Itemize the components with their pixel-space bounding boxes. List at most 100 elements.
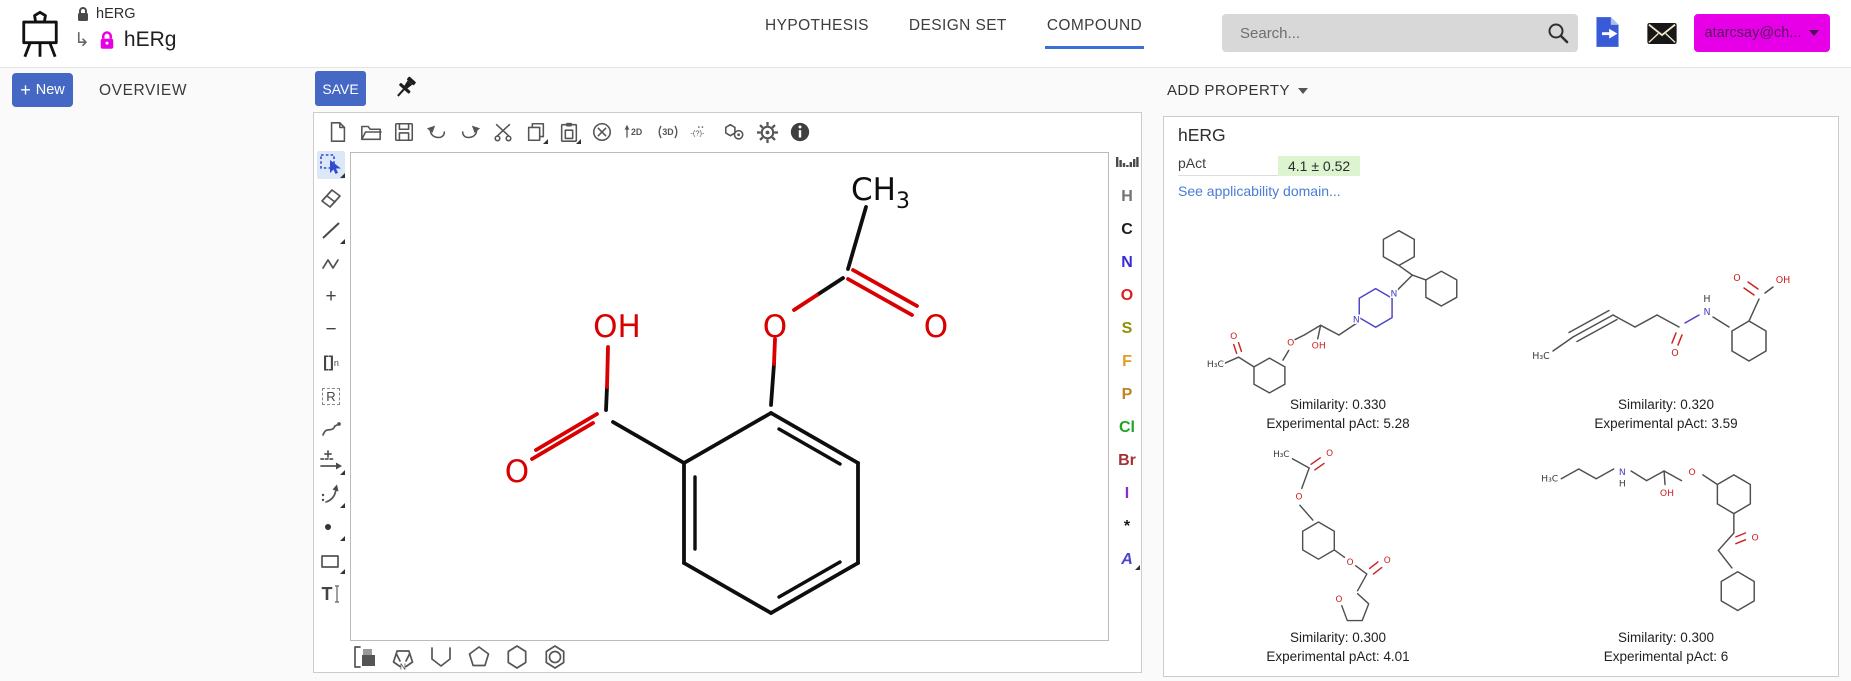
template-pyrrole[interactable]: N — [388, 644, 418, 670]
template-cyclopentadiene[interactable] — [426, 644, 456, 670]
view-3d-icon[interactable]: 3D — [656, 119, 680, 145]
element-I[interactable]: I — [1114, 483, 1140, 505]
svg-text:N: N — [1619, 467, 1626, 478]
graphics-rectangle-tool[interactable] — [317, 547, 345, 575]
svg-text:O: O — [1230, 331, 1237, 342]
save-structure-icon[interactable] — [392, 119, 416, 145]
open-structure-icon[interactable] — [359, 119, 383, 145]
svg-text:O: O — [1384, 556, 1391, 566]
new-button[interactable]: + New — [12, 73, 73, 107]
eraser-tool[interactable] — [317, 184, 345, 212]
element-Br[interactable]: Br — [1114, 450, 1140, 472]
similar-structure-thumbnail[interactable]: H₃C O O O O O — [1253, 442, 1423, 628]
about-info-icon[interactable] — [788, 119, 812, 145]
similar-structure-thumbnail[interactable]: H₃C N H OH O O — [1526, 438, 1806, 628]
display-settings-icon[interactable] — [722, 119, 746, 145]
abbreviated-groups-icon[interactable]: -(?)- — [689, 119, 713, 145]
similar-compound-cell: H₃C O O OH N N Similarity: 0.330 Experim… — [1174, 205, 1502, 438]
structure-canvas[interactable]: CH3 O O OH O — [350, 152, 1109, 641]
app-root: hERG ↳ hERg HYPOTHESIS DESIGN SET COMPOU… — [0, 0, 1851, 681]
template-library-icon[interactable] — [350, 644, 380, 670]
similar-compounds-grid: H₃C O O OH N N Similarity: 0.330 Experim… — [1174, 205, 1830, 671]
breadcrumb: hERG — [76, 6, 136, 22]
atom-label-hydroxyl: OH — [593, 309, 641, 345]
new-button-label: New — [36, 82, 65, 98]
text-tool[interactable]: T — [317, 580, 345, 608]
chain-tool[interactable] — [317, 250, 345, 278]
undo-icon[interactable] — [425, 119, 449, 145]
svg-text:O: O — [1335, 595, 1342, 605]
tab-hypothesis[interactable]: HYPOTHESIS — [763, 5, 871, 49]
save-button[interactable]: SAVE — [315, 71, 366, 106]
svg-text:3D: 3D — [662, 127, 673, 137]
add-property-button[interactable]: ADD PROPERTY — [1167, 82, 1308, 99]
svg-text:OH: OH — [1776, 275, 1791, 286]
single-bond-tool[interactable] — [317, 217, 345, 245]
element-O[interactable]: O — [1114, 285, 1140, 307]
experimental-pact-text: Experimental pAct: 4.01 — [1266, 647, 1409, 667]
element-P[interactable]: P — [1114, 384, 1140, 406]
reaction-arrow-tool[interactable] — [317, 448, 345, 476]
rectangle-selection-tool[interactable] — [317, 151, 345, 179]
template-cyclohexane[interactable] — [502, 644, 532, 670]
similar-compound-cell: H₃C O N H O OH Similarity: 0.320 Experim… — [1502, 205, 1830, 438]
repeating-group-tool[interactable]: []n — [317, 349, 345, 377]
tab-compound[interactable]: COMPOUND — [1045, 5, 1144, 49]
tab-design-set[interactable]: DESIGN SET — [907, 5, 1009, 49]
element-Cl[interactable]: Cl — [1114, 417, 1140, 439]
copy-icon[interactable] — [524, 119, 548, 145]
radical-tool[interactable] — [317, 514, 345, 542]
gear-icon[interactable] — [755, 119, 779, 145]
increase-charge-tool[interactable]: + — [317, 283, 345, 311]
sidebar-item-overview[interactable]: OVERVIEW — [99, 82, 187, 100]
mechanism-tool[interactable] — [317, 415, 345, 443]
atom-label-acid-carbonyl-o: O — [505, 454, 529, 490]
add-property-label: ADD PROPERTY — [1167, 82, 1290, 99]
applicability-domain-link[interactable]: See applicability domain... — [1178, 183, 1341, 199]
similar-structure-thumbnail[interactable]: H₃C O N H O OH — [1521, 255, 1811, 395]
element-atom-query[interactable]: A — [1114, 549, 1140, 571]
electron-flow-tool[interactable] — [317, 481, 345, 509]
svg-text:OH: OH — [1312, 340, 1326, 351]
editor-tool-strip: + − []n R — [317, 151, 345, 608]
lock-icon — [76, 6, 90, 22]
experimental-pact-text: Experimental pAct: 5.28 — [1266, 414, 1409, 434]
template-benzene[interactable] — [540, 644, 570, 670]
report-icon[interactable] — [1594, 16, 1621, 53]
redo-icon[interactable] — [458, 119, 482, 145]
molecule-drawing: CH3 O O OH O — [351, 153, 1108, 640]
experimental-pact-text: Experimental pAct: 6 — [1604, 647, 1729, 667]
element-S[interactable]: S — [1114, 318, 1140, 340]
similar-structure-thumbnail[interactable]: H₃C O O OH N N — [1198, 217, 1478, 395]
periodic-table-icon[interactable] — [1114, 153, 1140, 175]
clean-2d-icon[interactable]: 2D — [623, 119, 647, 145]
element-F[interactable]: F — [1114, 351, 1140, 373]
element-C[interactable]: C — [1114, 219, 1140, 241]
mail-icon[interactable] — [1646, 22, 1678, 50]
search-input[interactable] — [1222, 25, 1546, 42]
element-H[interactable]: H — [1114, 186, 1140, 208]
element-palette: H C N O S F P Cl Br I * A — [1113, 153, 1141, 571]
search-icon[interactable] — [1546, 21, 1570, 45]
paste-icon[interactable] — [557, 119, 581, 145]
new-document-icon[interactable] — [326, 119, 350, 145]
cut-icon[interactable] — [491, 119, 515, 145]
svg-text:OH: OH — [1660, 488, 1674, 499]
r-group-tool[interactable]: R — [317, 382, 345, 410]
element-N[interactable]: N — [1114, 252, 1140, 274]
svg-text:N: N — [1703, 307, 1710, 318]
user-menu-button[interactable]: atarcsay@ch... — [1694, 14, 1830, 52]
easel-logo-icon[interactable] — [16, 8, 64, 65]
svg-text:O: O — [1752, 533, 1759, 544]
plus-icon: + — [20, 81, 31, 99]
element-any-atom[interactable]: * — [1114, 516, 1140, 538]
compound-name: hERg — [124, 28, 177, 52]
chevron-down-icon — [1298, 88, 1308, 94]
similarity-text: Similarity: 0.300 — [1290, 628, 1386, 648]
decrease-charge-tool[interactable]: − — [317, 316, 345, 344]
user-menu-label: atarcsay@ch... — [1705, 25, 1802, 41]
pin-icon[interactable] — [392, 74, 419, 106]
structure-editor: 2D 3D -(?)- — [313, 112, 1142, 673]
clear-canvas-icon[interactable] — [590, 119, 614, 145]
template-cyclopentane[interactable] — [464, 644, 494, 670]
